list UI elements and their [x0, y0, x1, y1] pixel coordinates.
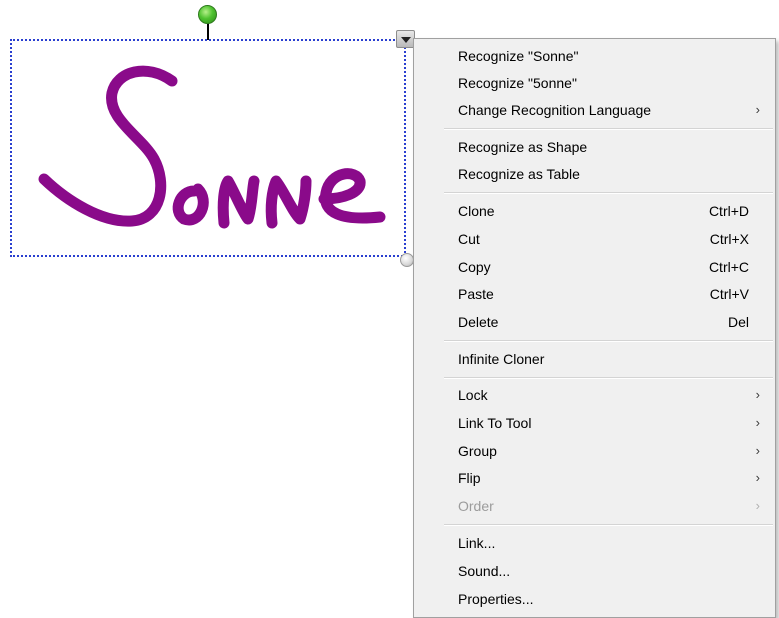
menu-item-label: Link To Tool	[458, 415, 532, 431]
menu-item-flip[interactable]: Flip ›	[415, 465, 774, 491]
menu-item-shortcut: Del	[727, 314, 749, 330]
handwritten-ink-sonne[interactable]	[12, 41, 408, 259]
menu-item-recognize-5onne[interactable]: Recognize "5onne"	[415, 70, 774, 96]
chevron-right-icon: ›	[755, 415, 760, 430]
chevron-right-icon: ›	[755, 387, 760, 402]
ink-strokes	[38, 65, 386, 229]
ink-object-selection[interactable]	[10, 39, 406, 257]
menu-separator	[444, 340, 773, 342]
menu-item-shortcut: Ctrl+D	[708, 203, 749, 219]
menu-item-lock[interactable]: Lock ›	[415, 382, 774, 408]
menu-item-properties[interactable]: Properties...	[415, 586, 774, 612]
menu-item-label: Lock	[458, 387, 488, 403]
menu-item-sound[interactable]: Sound...	[415, 558, 774, 584]
menu-item-shortcut: Ctrl+V	[709, 286, 749, 302]
menu-item-label: Change Recognition Language	[458, 102, 652, 118]
menu-item-delete[interactable]: Delete Del	[415, 309, 774, 335]
menu-item-order: Order ›	[415, 493, 774, 519]
chevron-right-icon: ›	[755, 470, 760, 485]
menu-item-label: Group	[458, 443, 497, 459]
menu-item-recognize-as-shape[interactable]: Recognize as Shape	[415, 134, 774, 160]
menu-item-paste[interactable]: Paste Ctrl+V	[415, 281, 774, 307]
menu-item-label: Cut	[458, 231, 480, 247]
chevron-right-icon: ›	[755, 102, 760, 117]
menu-separator	[444, 524, 773, 526]
dropdown-arrow-icon	[401, 37, 411, 43]
menu-item-label: Copy	[458, 259, 491, 275]
menu-item-clone[interactable]: Clone Ctrl+D	[415, 198, 774, 224]
resize-handle[interactable]	[400, 253, 414, 267]
menu-item-shortcut: Ctrl+C	[708, 259, 749, 275]
menu-item-label: Clone	[458, 203, 495, 219]
menu-item-label: Paste	[458, 286, 494, 302]
menu-item-label: Link...	[458, 535, 496, 551]
rotate-handle[interactable]	[198, 5, 217, 24]
menu-item-recognize-sonne[interactable]: Recognize "Sonne"	[415, 43, 774, 69]
menu-item-shortcut: Ctrl+X	[709, 231, 749, 247]
chevron-right-icon: ›	[755, 498, 760, 513]
menu-item-group[interactable]: Group ›	[415, 438, 774, 464]
menu-item-label: Sound...	[458, 563, 511, 579]
menu-item-change-recognition-language[interactable]: Change Recognition Language ›	[415, 97, 774, 123]
menu-item-link-to-tool[interactable]: Link To Tool ›	[415, 410, 774, 436]
menu-item-cut[interactable]: Cut Ctrl+X	[415, 226, 774, 252]
menu-item-label: Properties...	[458, 591, 534, 607]
context-menu: Recognize "Sonne" Recognize "5onne" Chan…	[413, 38, 776, 618]
menu-item-copy[interactable]: Copy Ctrl+C	[415, 254, 774, 280]
menu-separator	[444, 192, 773, 194]
menu-item-link[interactable]: Link...	[415, 530, 774, 556]
menu-item-infinite-cloner[interactable]: Infinite Cloner	[415, 346, 774, 372]
menu-item-label: Recognize as Table	[458, 166, 580, 182]
menu-item-label: Flip	[458, 470, 481, 486]
menu-separator	[444, 377, 773, 379]
menu-item-label: Infinite Cloner	[458, 351, 545, 367]
rotate-handle-stem	[207, 23, 209, 40]
menu-item-label: Delete	[458, 314, 499, 330]
menu-item-label: Order	[458, 498, 494, 514]
chevron-right-icon: ›	[755, 443, 760, 458]
menu-item-label: Recognize "Sonne"	[458, 48, 579, 64]
menu-item-recognize-as-table[interactable]: Recognize as Table	[415, 161, 774, 187]
menu-item-label: Recognize as Shape	[458, 139, 588, 155]
menu-separator	[444, 128, 773, 130]
menu-item-label: Recognize "5onne"	[458, 75, 577, 91]
